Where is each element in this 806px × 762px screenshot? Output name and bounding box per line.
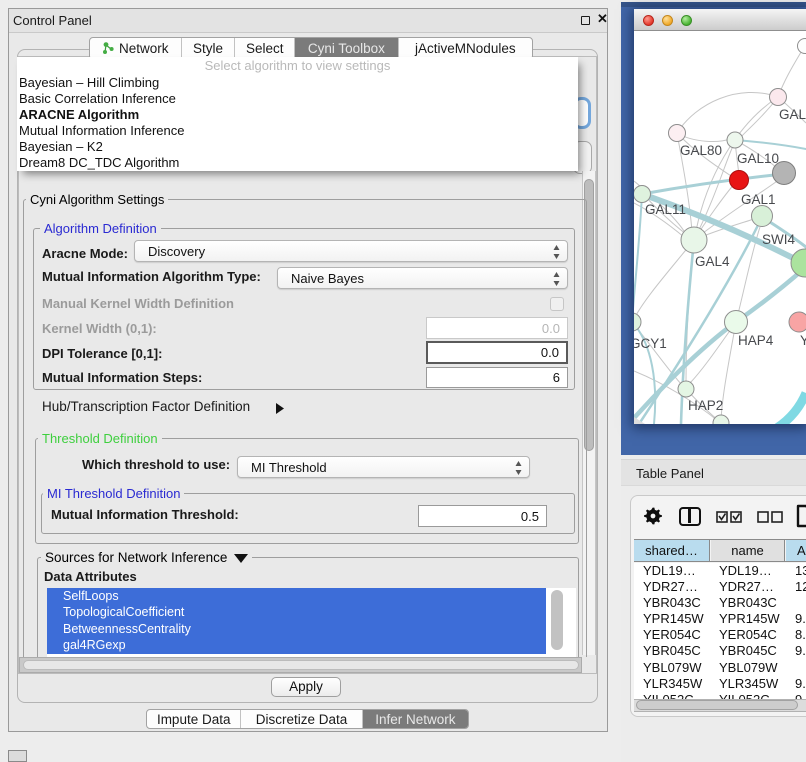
- svg-text:SWI4: SWI4: [762, 232, 795, 247]
- svg-text:GCY1: GCY1: [634, 336, 667, 351]
- svg-text:GAL10: GAL10: [737, 151, 779, 166]
- svg-text:HAP4: HAP4: [738, 333, 774, 348]
- svg-text:HAP2: HAP2: [688, 398, 723, 413]
- svg-text:GAL7: GAL7: [779, 107, 806, 122]
- svg-text:GAL1: GAL1: [741, 192, 776, 207]
- svg-text:GAL80: GAL80: [680, 143, 722, 158]
- svg-text:GAL11: GAL11: [645, 202, 686, 217]
- svg-text:Y: Y: [800, 333, 806, 348]
- svg-text:GAL4: GAL4: [695, 254, 730, 269]
